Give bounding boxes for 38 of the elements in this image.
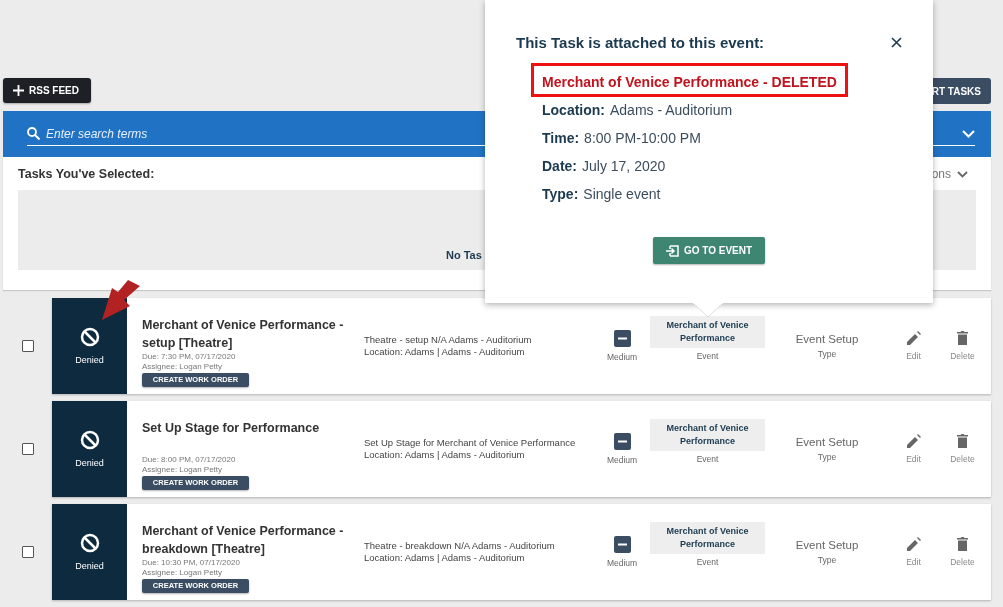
type-caption: Type [817, 452, 837, 462]
task-description: Set Up Stage for Merchant of Venice Performance [364, 437, 577, 449]
due-date: Due: 8:00 PM, 07/17/2020 [142, 454, 237, 465]
task-location: Location: Adams | Adams - Auditorium [364, 346, 526, 358]
task-type: Event Setup [795, 333, 859, 345]
due-date: Due: 10:30 PM, 07/17/2020 [142, 557, 241, 568]
event-caption: Event [696, 350, 719, 361]
priority-label: Medium [606, 455, 638, 465]
task-location: Location: Adams | Adams - Auditorium [364, 449, 526, 461]
status-label: Denied [75, 561, 104, 571]
popover-title: This Task is attached to this event: [516, 34, 765, 51]
assignee: Assignee: Logan Petty [142, 567, 224, 578]
assignee: Assignee: Logan Petty [142, 361, 224, 372]
event-detail: Type: Single event [542, 185, 662, 204]
empty-state-text: No Tas [446, 249, 482, 261]
panel-title: Tasks You've Selected: [18, 167, 155, 181]
task-title: Merchant of Venice Performance - setup [Theatre] [142, 316, 345, 352]
event-name: Merchant of Venice Performance - DELETED [531, 63, 848, 97]
event-detail: Location: Adams - Auditorium [542, 101, 734, 120]
status-label: Denied [75, 355, 104, 365]
event-caption: Event [696, 453, 719, 464]
status-label: Denied [75, 458, 104, 468]
task-location: Location: Adams | Adams - Auditorium [364, 552, 526, 564]
event-detail: Date: July 17, 2020 [542, 157, 667, 176]
priority-label: Medium [606, 558, 638, 568]
assignee: Assignee: Logan Petty [142, 464, 224, 475]
type-caption: Type [817, 555, 837, 565]
event-detail: Time: 8:00 PM-10:00 PM [542, 129, 702, 148]
task-title: Merchant of Venice Performance - breakdown [Theatre] [142, 522, 345, 558]
task-type: Event Setup [795, 436, 859, 448]
due-date: Due: 7:30 PM, 07/17/2020 [142, 351, 237, 362]
priority-label: Medium [606, 352, 638, 362]
type-caption: Type [817, 349, 837, 359]
event-caption: Event [696, 556, 719, 567]
task-type: Event Setup [795, 539, 859, 551]
task-description: Theatre - setup N/A Adams - Auditorium [364, 334, 533, 346]
task-description: Theatre - breakdown N/A Adams - Auditorium [364, 540, 556, 552]
task-title: Set Up Stage for Performance [142, 419, 321, 437]
